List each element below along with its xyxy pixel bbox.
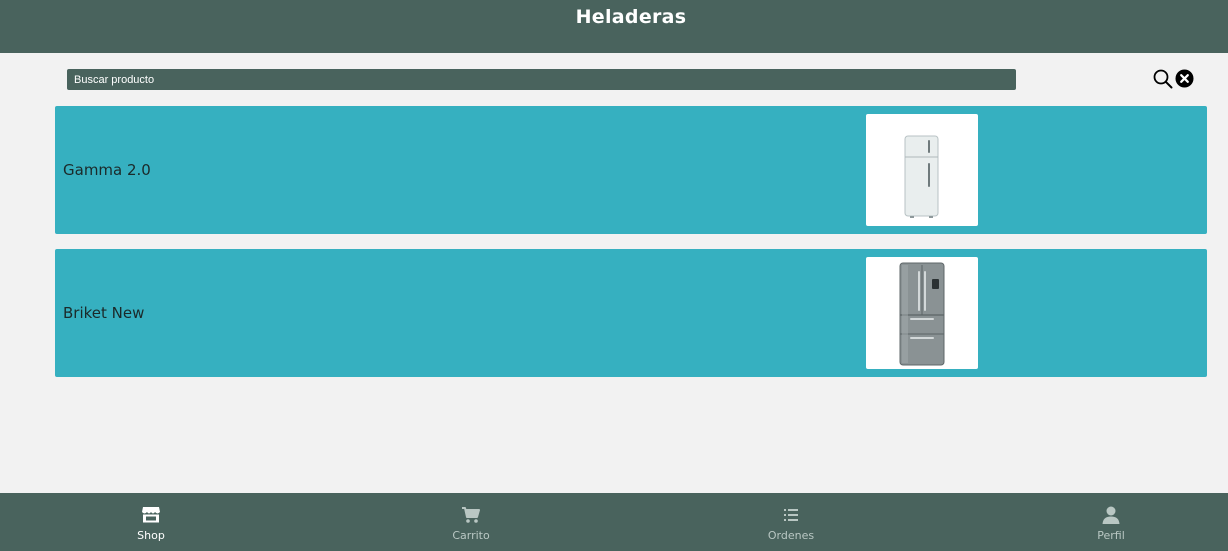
nav-label-shop: Shop [137, 529, 165, 542]
stainless-refrigerator-image [899, 262, 945, 366]
nav-item-ordenes[interactable]: Ordenes [731, 493, 851, 551]
product-name: Gamma 2.0 [63, 161, 151, 179]
app-header: Heladeras [0, 0, 1228, 53]
product-card[interactable]: Gamma 2.0 [55, 106, 1207, 234]
close-circle-icon[interactable] [1175, 69, 1194, 88]
nav-item-perfil[interactable]: Perfil [1051, 493, 1171, 551]
white-refrigerator-image [904, 135, 939, 218]
product-image [866, 114, 978, 226]
nav-label-carrito: Carrito [452, 529, 490, 542]
nav-item-carrito[interactable]: Carrito [411, 493, 531, 551]
store-icon [141, 506, 161, 524]
user-icon [1101, 506, 1121, 524]
nav-label-ordenes: Ordenes [767, 529, 815, 542]
page-title: Heladeras [575, 5, 687, 28]
cart-icon [461, 506, 481, 524]
nav-label-perfil: Perfil [1097, 529, 1125, 542]
nav-item-shop[interactable]: Shop [91, 493, 211, 551]
bottom-nav: Shop Carrito Ordenes Perfil [0, 493, 1228, 551]
list-icon [781, 506, 801, 524]
search-icon[interactable] [1153, 69, 1173, 89]
product-card[interactable]: Briket New [55, 249, 1207, 377]
product-name: Briket New [63, 304, 145, 322]
search-input[interactable] [67, 69, 1016, 90]
product-image [866, 257, 978, 369]
